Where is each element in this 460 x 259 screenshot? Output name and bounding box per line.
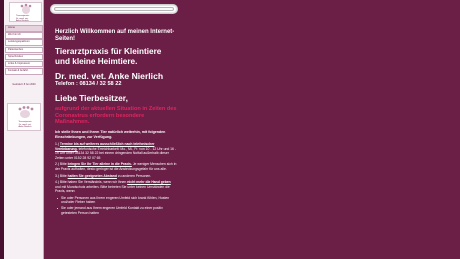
welcome-heading: Herzlich Willkommen auf meinen Internet-… [55,29,175,42]
list-item: 3.) Bitte halten Sie geeigneten Abstand … [55,174,177,178]
item-highlight: halten Sie geeigneten Abstand [67,173,117,178]
nav-item-hours[interactable]: Sprechzeiten [5,53,43,61]
intro-text: Ich stelle Ihnen und Ihrem Tier natürlic… [55,129,166,139]
last-updated-note: Geändert: 8 Jun 2020 [12,83,36,86]
nav-item-services[interactable]: Leistungsspektrum [5,39,43,46]
phone-number: Telefon : 08134 / 32 58 22 [55,81,122,87]
header-banner [50,4,178,14]
item-number: 4.) [55,180,59,185]
sidebar: Tierarztpraxis Dr. med. vet. Anke Nierli… [4,0,44,259]
item-prefix: Bitte haben Sie Verständnis, wenn wir Ih… [59,180,127,185]
nav-item-home[interactable]: Home [5,25,43,32]
item-text: zu anderen Personen. [117,173,152,178]
nav-item-patients[interactable]: Patientenbox [5,46,43,54]
greeting-heading: Liebe Tierbesitzer, [55,93,128,103]
item-number: 2.) [55,162,59,167]
bullet-item: Sie oder jemand aus Ihrem engeren Umfeld… [57,206,177,215]
practice-logo: Tierarztpraxis Dr. med. vet. Anke Nierli… [9,2,42,22]
item-highlight: bringen Sie Ihr Tier alleine in die Prax… [67,162,132,167]
bullet-item: Sie oder Personen aus Ihrem engeren Umfe… [57,196,177,205]
sidebar-nav: Home Wer bin ich Leistungsspektrum Patie… [5,25,43,75]
vet-name-heading: Dr. med. vet. Anke Nierlich [55,71,164,81]
nav-item-imprint[interactable]: Links & Impressum [5,60,43,68]
sidebar-image-line: Anke Nierlich [18,126,32,129]
item-prefix: Bitte [59,162,67,167]
list-item: 1.) Termine bis auf weiteres ausschließl… [55,142,177,160]
rules-list: 1.) Termine bis auf weiteres ausschließl… [55,142,177,215]
list-item: 2.) Bitte bringen Sie Ihr Tier alleine i… [55,162,177,171]
sidebar-image-text: Tierarztpraxis Dr. med. vet. Anke Nierli… [11,121,39,129]
logo-line: Anke Nierlich [16,20,29,23]
logo-text: Tierarztpraxis Dr. med. vet. Anke Nierli… [16,15,42,23]
main-content: Herzlich Willkommen auf meinen Internet-… [55,29,177,217]
item-number: 1.) [55,142,59,147]
nav-item-about[interactable]: Wer bin ich [5,32,43,39]
item-number: 3.) [55,173,59,178]
corona-warning: aufgrund der aktuellen Situation in Zeit… [55,106,177,126]
list-item: 4.) Bitte haben Sie Verständnis, wenn wi… [55,180,177,193]
item-highlight: nicht mehr die Hand geben [127,180,171,185]
sidebar-logo-image: Tierarztpraxis Dr. med. vet. Anke Nierli… [7,103,41,131]
header-banner-inner [54,7,174,11]
practice-heading: Tierarztpraxis für Kleintiere und kleine… [55,47,162,66]
nav-item-contact[interactable]: Kontakt & Anfahrt [5,68,43,75]
item-prefix: Bitte [59,173,67,178]
item-text: und mit Mundschutz arbeiten. Bitte betre… [55,184,170,194]
